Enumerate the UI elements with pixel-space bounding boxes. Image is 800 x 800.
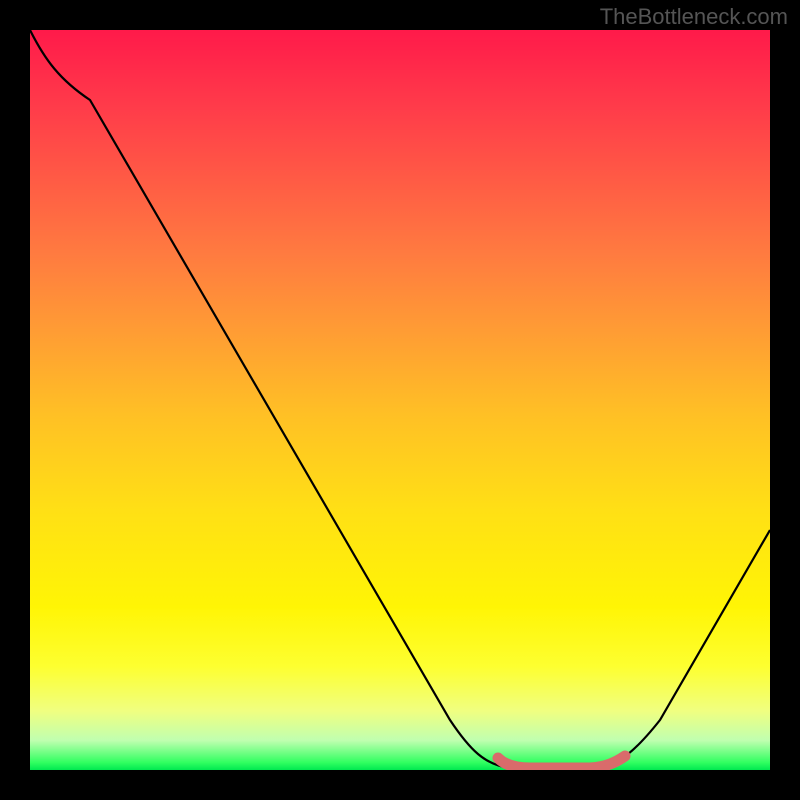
- mask-band: [498, 756, 625, 768]
- bottleneck-curve: [30, 30, 770, 768]
- plot-area: [30, 30, 770, 770]
- watermark-text: TheBottleneck.com: [600, 4, 788, 30]
- chart-svg: [30, 30, 770, 770]
